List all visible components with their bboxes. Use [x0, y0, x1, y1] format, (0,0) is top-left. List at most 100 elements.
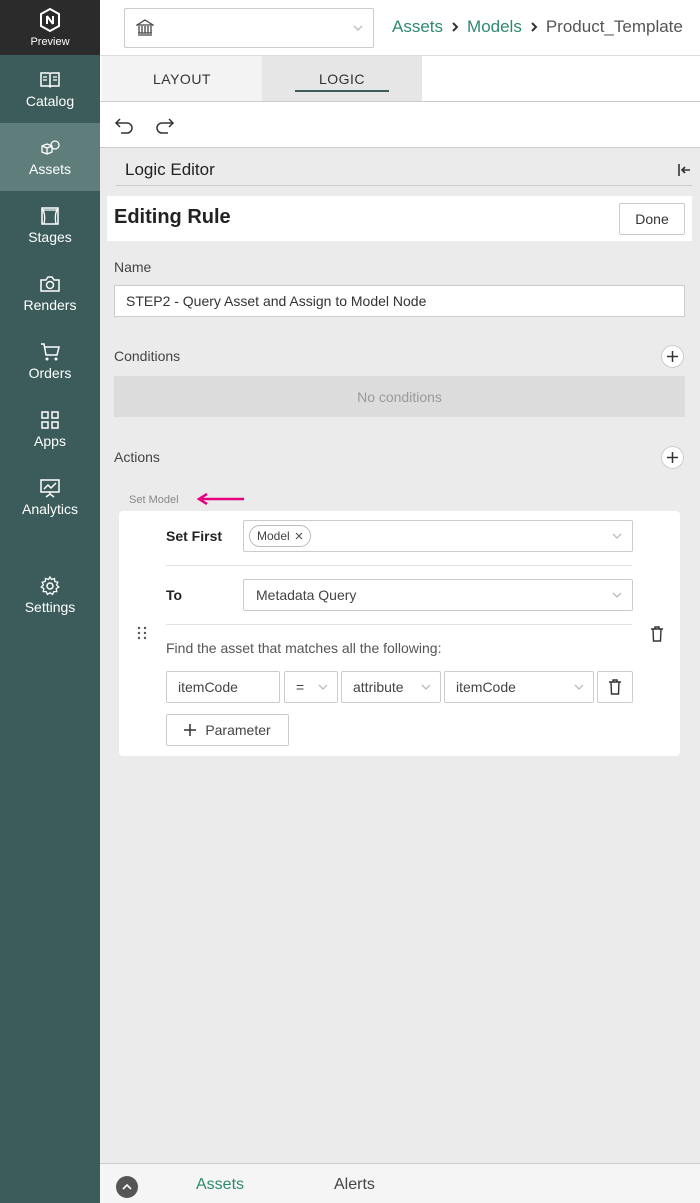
sidebar-item-assets[interactable]: Assets [0, 123, 100, 191]
breadcrumb-current: Product_Template [545, 17, 683, 36]
divider [166, 624, 632, 625]
asset-select[interactable] [124, 8, 374, 48]
active-tab-indicator [295, 90, 389, 92]
done-button[interactable]: Done [619, 203, 685, 235]
toolbar [100, 102, 700, 148]
sidebar-item-settings[interactable]: Settings [0, 561, 100, 629]
chevron-down-icon [612, 592, 622, 598]
delete-action-icon[interactable] [650, 626, 664, 642]
grid-icon [41, 411, 59, 429]
bottom-tab-alerts[interactable]: Alerts [334, 1176, 375, 1194]
divider [166, 565, 632, 566]
camera-icon [40, 276, 60, 292]
chevron-down-icon [421, 684, 431, 690]
chevron-down-icon [353, 25, 363, 31]
action-card: Set First Model To Metadata Query Find t… [119, 511, 680, 756]
conditions-label: Conditions [114, 348, 181, 364]
tab-logic[interactable]: LOGIC [262, 56, 422, 101]
divider [116, 185, 692, 186]
sidebar-item-renders[interactable]: Renders [0, 259, 100, 327]
add-parameter-label: Parameter [205, 722, 271, 738]
redo-icon[interactable] [154, 114, 176, 136]
to-label: To [166, 587, 183, 603]
annotation-arrow-icon [196, 493, 244, 505]
chevron-right-icon [452, 22, 459, 32]
sidebar: Preview Catalog Assets Stages Renders Or… [0, 0, 100, 1203]
trash-icon [609, 679, 621, 695]
chip-label: Model [257, 529, 290, 543]
sidebar-item-label: Analytics [21, 501, 79, 517]
tab-layout[interactable]: LAYOUT [102, 56, 262, 101]
param-operator-select[interactable]: = [284, 671, 338, 703]
sidebar-item-label: Catalog [25, 93, 75, 109]
chart-icon [40, 479, 60, 498]
tab-bar: LAYOUT LOGIC [100, 56, 700, 102]
sidebar-item-catalog[interactable]: Catalog [0, 55, 100, 123]
cubes-icon [41, 140, 60, 155]
plus-icon [184, 724, 197, 736]
param-field-input[interactable]: itemCode [166, 671, 280, 703]
bank-icon [136, 19, 154, 36]
undo-icon[interactable] [113, 114, 135, 136]
chevron-up-icon [122, 1184, 132, 1190]
breadcrumb: Assets Models Product_Template [392, 17, 683, 37]
rule-name-input[interactable]: STEP2 - Query Asset and Assign to Model … [114, 285, 685, 317]
delete-parameter-button[interactable] [597, 671, 633, 703]
to-select[interactable]: Metadata Query [243, 579, 633, 611]
plus-icon [667, 351, 678, 362]
sidebar-item-stages[interactable]: Stages [0, 191, 100, 259]
logo-label: Preview [30, 36, 70, 48]
sidebar-item-orders[interactable]: Orders [0, 327, 100, 395]
preview-logo[interactable]: Preview [0, 0, 100, 55]
stage-icon [41, 207, 59, 225]
breadcrumb-models[interactable]: Models [467, 17, 522, 37]
sidebar-item-label: Assets [28, 161, 71, 177]
sidebar-item-apps[interactable]: Apps [0, 395, 100, 463]
chevron-down-icon [574, 684, 584, 690]
name-label: Name [114, 259, 152, 275]
sidebar-item-label: Stages [28, 229, 72, 245]
tab-label: LOGIC [318, 70, 366, 87]
sidebar-item-label: Settings [24, 599, 76, 615]
param-source-select[interactable]: attribute [341, 671, 441, 703]
source-value: attribute [353, 679, 404, 695]
sidebar-item-label: Orders [28, 365, 72, 381]
sidebar-item-label: Apps [34, 433, 66, 449]
set-first-select[interactable]: Model [243, 520, 633, 552]
to-select-value: Metadata Query [256, 587, 357, 603]
expand-bottom-panel-button[interactable] [116, 1176, 138, 1198]
remove-chip-icon[interactable] [295, 532, 303, 540]
action-type-label: Set Model [129, 494, 179, 506]
param-value-select[interactable]: itemCode [444, 671, 594, 703]
sidebar-item-label: Renders [23, 297, 77, 313]
drag-handle-icon[interactable] [136, 626, 148, 640]
logic-editor-title: Logic Editor [125, 160, 215, 179]
breadcrumb-assets[interactable]: Assets [392, 17, 443, 37]
cart-icon [41, 343, 60, 361]
add-condition-button[interactable] [661, 345, 684, 368]
collapse-panel-icon[interactable] [676, 162, 692, 178]
chevron-right-icon [531, 22, 538, 32]
set-first-label: Set First [166, 528, 223, 544]
chevron-down-icon [612, 533, 622, 539]
sidebar-item-analytics[interactable]: Analytics [0, 463, 100, 531]
param-value: itemCode [456, 679, 516, 695]
logo-icon [40, 7, 60, 33]
plus-icon [667, 452, 678, 463]
rule-header: Editing Rule Done [107, 196, 692, 241]
query-description: Find the asset that matches all the foll… [166, 640, 442, 656]
add-action-button[interactable] [661, 446, 684, 469]
operator-value: = [296, 679, 305, 695]
actions-label: Actions [114, 449, 160, 465]
bottom-bar: Assets Alerts [100, 1163, 700, 1203]
gear-icon [40, 575, 60, 596]
top-bar: Assets Models Product_Template [100, 0, 700, 56]
tab-label: LAYOUT [153, 70, 211, 87]
no-conditions-placeholder: No conditions [114, 376, 685, 417]
logic-editor-panel: Logic Editor Editing Rule Done Name STEP… [100, 148, 700, 1163]
book-icon [40, 72, 60, 89]
model-chip: Model [249, 525, 311, 547]
add-parameter-button[interactable]: Parameter [166, 714, 289, 746]
bottom-tab-assets[interactable]: Assets [196, 1176, 244, 1194]
